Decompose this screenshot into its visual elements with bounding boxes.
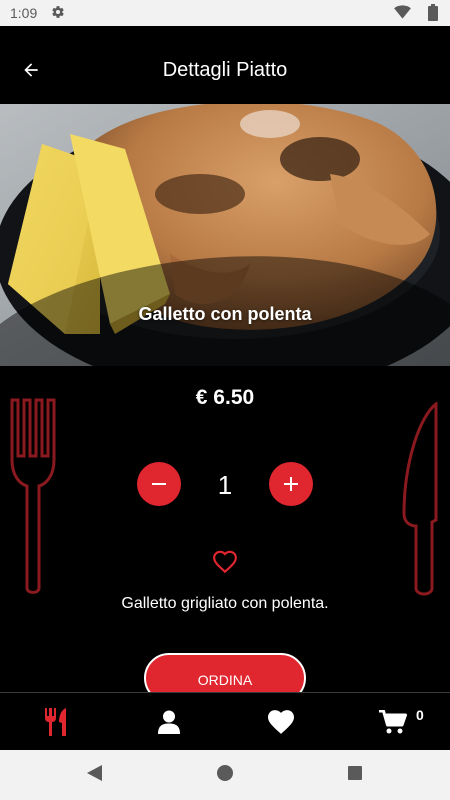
nav-item-menu[interactable] <box>26 693 86 751</box>
fork-icon <box>10 398 56 594</box>
cart-icon <box>379 710 407 734</box>
increase-quantity-button[interactable] <box>269 462 313 506</box>
decrease-quantity-button[interactable] <box>137 462 181 506</box>
status-bar: 1:09 <box>0 0 450 26</box>
system-recents-icon[interactable] <box>346 764 364 787</box>
bottom-nav: 0 <box>0 692 450 750</box>
plus-icon <box>284 477 298 491</box>
nav-item-favorites[interactable] <box>251 693 311 751</box>
dish-details: € 6.50 1 Galletto grigliato con polenta.… <box>0 366 450 703</box>
nav-item-profile[interactable] <box>139 693 199 751</box>
nav-item-cart[interactable] <box>363 693 423 751</box>
heart-icon <box>268 710 294 734</box>
page-title: Dettagli Piatto <box>162 59 288 81</box>
system-back-icon[interactable] <box>86 764 104 787</box>
utensils-icon <box>45 708 66 736</box>
dish-name: Galletto con polenta <box>138 304 312 324</box>
battery-icon <box>428 4 438 26</box>
system-home-icon[interactable] <box>216 764 234 787</box>
dish-description: Galletto grigliato con polenta. <box>121 595 329 612</box>
dish-image: Galletto con polenta <box>0 104 450 366</box>
status-time: 1:09 <box>10 5 38 21</box>
gear-icon <box>51 5 65 24</box>
user-icon <box>158 710 180 734</box>
favorite-button[interactable] <box>212 550 238 579</box>
system-nav-bar <box>0 750 450 800</box>
quantity-value: 1 <box>217 470 233 500</box>
knife-icon <box>402 402 438 596</box>
app-bar: Dettagli Piatto <box>0 26 450 104</box>
wifi-icon <box>394 5 411 24</box>
heart-outline-icon <box>213 550 237 574</box>
cart-count-badge: 0 <box>416 707 424 723</box>
dish-price: € 6.50 <box>195 386 255 409</box>
minus-icon <box>152 483 166 485</box>
